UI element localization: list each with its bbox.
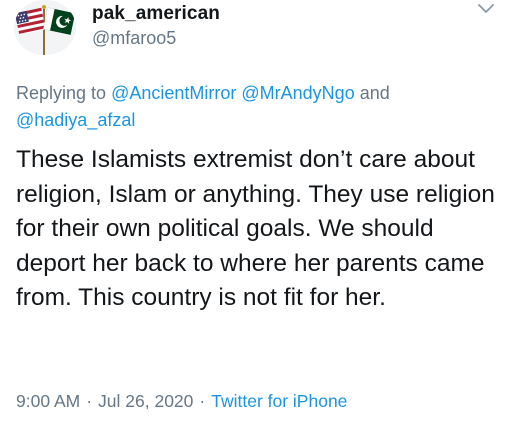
tweet-meta: 9:00 AM · Jul 26, 2020 · Twitter for iPhone (16, 391, 347, 412)
tweet-source-link[interactable]: Twitter for iPhone (211, 391, 347, 411)
meta-separator: · (86, 391, 93, 411)
meta-separator: · (199, 391, 206, 411)
mention-link[interactable]: @MrAndyNgo (241, 83, 354, 103)
replying-and: and (359, 83, 390, 103)
mention-link[interactable]: @hadiya_afzal (16, 110, 135, 130)
us-pakistan-flags-icon (14, 0, 76, 55)
display-name[interactable]: pak_american (92, 3, 220, 25)
mention-link[interactable]: @AncientMirror (111, 83, 236, 103)
tweet-date[interactable]: Jul 26, 2020 (98, 391, 193, 411)
avatar[interactable] (14, 0, 76, 55)
tweet-header: pak_american @mfaroo5 (0, 0, 510, 60)
replying-to-line: Replying to @AncientMirror @MrAndyNgo an… (16, 80, 496, 134)
replying-prefix: Replying to (16, 83, 107, 103)
tweet-time[interactable]: 9:00 AM (16, 391, 80, 411)
tweet-card: pak_american @mfaroo5 Replying to @Ancie… (0, 0, 510, 427)
tweet-text: These Islamists extremist don’t care abo… (16, 146, 495, 311)
user-handle[interactable]: @mfaroo5 (92, 28, 176, 49)
chevron-down-icon[interactable] (475, 1, 497, 17)
